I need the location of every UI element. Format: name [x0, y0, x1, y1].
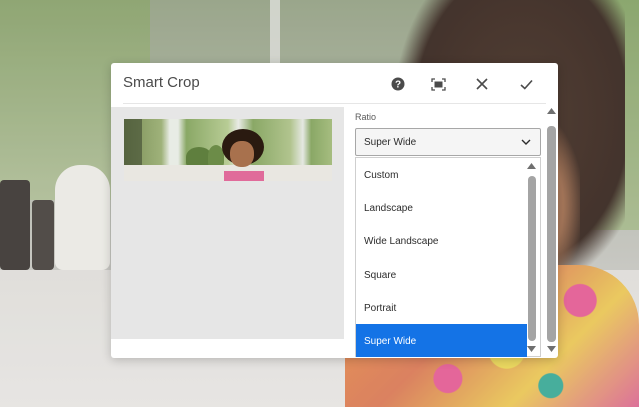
ratio-label: Ratio — [355, 112, 377, 122]
ratio-options-list: Custom Landscape Wide Landscape Square P… — [355, 157, 541, 357]
dialog-header: Smart Crop ? — [111, 63, 558, 103]
ratio-option-wide-landscape[interactable]: Wide Landscape — [356, 224, 527, 257]
ratio-option-landscape[interactable]: Landscape — [356, 191, 527, 224]
help-icon: ? — [391, 77, 405, 91]
confirm-button[interactable] — [515, 73, 537, 95]
close-icon — [476, 78, 488, 90]
scroll-down-arrow-icon[interactable] — [527, 346, 536, 352]
fit-to-screen-icon — [430, 77, 446, 91]
ratio-option-custom[interactable]: Custom — [356, 158, 527, 191]
close-button[interactable] — [471, 73, 493, 95]
help-button[interactable]: ? — [387, 73, 409, 95]
list-scrollbar-thumb[interactable] — [528, 176, 536, 341]
dialog-scroll-up-arrow-icon[interactable] — [547, 108, 556, 114]
chevron-down-icon — [521, 139, 531, 145]
ratio-option-portrait[interactable]: Portrait — [356, 291, 527, 324]
svg-text:?: ? — [395, 80, 401, 91]
ratio-select[interactable]: Super Wide — [355, 128, 541, 156]
dialog-title: Smart Crop — [123, 74, 200, 91]
confirm-check-icon — [519, 79, 533, 90]
ratio-option-super-wide[interactable]: Super Wide — [356, 324, 527, 357]
header-divider — [123, 103, 546, 104]
dialog-scrollbar-thumb[interactable] — [547, 126, 556, 342]
dialog-scroll-down-arrow-icon[interactable] — [547, 346, 556, 352]
ratio-option-square[interactable]: Square — [356, 258, 527, 291]
fit-to-screen-button[interactable] — [427, 73, 449, 95]
crop-preview-image — [124, 119, 332, 181]
smart-crop-dialog: Smart Crop ? Ratio Super Wide Custom Lan… — [111, 63, 558, 358]
scroll-up-arrow-icon[interactable] — [527, 163, 536, 169]
ratio-select-value: Super Wide — [364, 137, 417, 148]
